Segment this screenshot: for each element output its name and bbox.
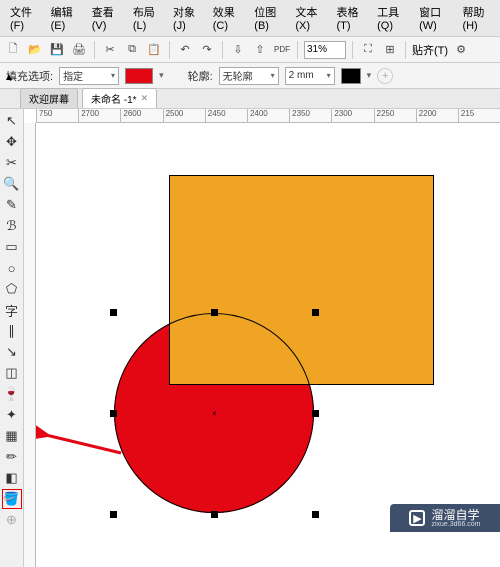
zoom-input[interactable]	[304, 41, 346, 59]
tab-label: 欢迎屏幕	[29, 91, 69, 106]
handle-ml[interactable]	[110, 410, 117, 417]
cut-icon[interactable]: ✂	[101, 41, 119, 59]
menu-object[interactable]: 对象(J)	[167, 2, 205, 34]
menu-file[interactable]: 文件(F)	[4, 2, 43, 34]
menu-text[interactable]: 文本(X)	[289, 2, 328, 34]
workspace: ↖ ✥ ✂ 🔍 ✎ ℬ ▭ ○ ⬠ 字 ∥ ↘ ◫ 🍷 ✦ ▦ ✏ ◧ 🪣 ⊕ …	[0, 109, 500, 567]
pick-tool[interactable]: ↖	[2, 111, 22, 131]
menu-layout[interactable]: 布局(L)	[127, 2, 165, 34]
save-icon[interactable]: 💾	[48, 41, 66, 59]
open-icon[interactable]: 📂	[26, 41, 44, 59]
transparency-tool[interactable]: 🍷	[2, 384, 22, 404]
connector-tool[interactable]: ↘	[2, 342, 22, 362]
handle-tr[interactable]	[312, 309, 319, 316]
selection-center: ×	[212, 409, 217, 418]
eyedropper-tool[interactable]: ✦	[2, 405, 22, 425]
canvas[interactable]: ×	[36, 123, 500, 567]
add-tool-icon[interactable]: ⊕	[2, 510, 22, 530]
copy-icon[interactable]: ⧉	[123, 41, 141, 59]
tab-welcome[interactable]: 欢迎屏幕	[20, 88, 78, 108]
watermark: ▶ 溜溜自学 zixue.3d66.com	[390, 504, 500, 532]
handle-tc[interactable]	[211, 309, 218, 316]
print-icon[interactable]: 🖨	[70, 41, 88, 59]
watermark-url: zixue.3d66.com	[431, 521, 480, 528]
fill-mode-dropdown[interactable]: 指定	[59, 67, 119, 85]
toolbox: ↖ ✥ ✂ 🔍 ✎ ℬ ▭ ○ ⬠ 字 ∥ ↘ ◫ 🍷 ✦ ▦ ✏ ◧ 🪣 ⊕	[0, 109, 24, 567]
menu-view[interactable]: 查看(V)	[86, 2, 125, 34]
fill-pattern-tool[interactable]: ▦	[2, 426, 22, 446]
parallel-tool[interactable]: ∥	[2, 321, 22, 341]
handle-bc[interactable]	[211, 511, 218, 518]
grid-icon[interactable]: ⊞	[381, 41, 399, 59]
zoom-tool[interactable]: 🔍	[2, 174, 22, 194]
drop-shadow-tool[interactable]: ◫	[2, 363, 22, 383]
property-bar: 填充选项: 指定 ▾ 轮廓: 无轮廓 2 mm ▾ +	[0, 63, 500, 89]
pick-cursor-icon: ▲	[4, 72, 14, 83]
ellipse-tool[interactable]: ○	[2, 258, 22, 278]
snap-label[interactable]: 贴齐(T)	[412, 42, 448, 58]
menu-bitmap[interactable]: 位图(B)	[248, 2, 287, 34]
handle-br[interactable]	[312, 511, 319, 518]
stroke-color-swatch[interactable]	[341, 68, 361, 84]
crop-tool[interactable]: ✂	[2, 153, 22, 173]
rectangle-tool[interactable]: ▭	[2, 237, 22, 257]
pdf-icon[interactable]: PDF	[273, 41, 291, 59]
tab-label: 未命名 -1*	[91, 91, 137, 106]
export-icon[interactable]: ⇧	[251, 41, 269, 59]
tab-document[interactable]: 未命名 -1* ✕	[82, 88, 157, 108]
watermark-text: 溜溜自学	[431, 509, 480, 521]
play-icon: ▶	[409, 510, 425, 526]
menu-bar: 文件(F) 编辑(E) 查看(V) 布局(L) 对象(J) 效果(C) 位图(B…	[0, 0, 500, 37]
ruler-horizontal: 7502700260025002450240023502300225022002…	[36, 109, 500, 123]
menu-window[interactable]: 窗口(W)	[413, 2, 454, 34]
text-tool[interactable]: 字	[2, 300, 22, 320]
paste-icon[interactable]: 📋	[145, 41, 163, 59]
new-icon[interactable]: 🗋	[4, 41, 22, 59]
menu-table[interactable]: 表格(T)	[330, 2, 369, 34]
polygon-tool[interactable]: ⬠	[2, 279, 22, 299]
menu-effects[interactable]: 效果(C)	[207, 2, 247, 34]
artistic-tool[interactable]: ℬ	[2, 216, 22, 236]
stroke-width-dropdown[interactable]: 2 mm	[285, 67, 335, 85]
menu-edit[interactable]: 编辑(E)	[45, 2, 84, 34]
import-icon[interactable]: ⇩	[229, 41, 247, 59]
add-preset-icon[interactable]: +	[377, 68, 393, 84]
fullscreen-icon[interactable]: ⛶	[359, 41, 377, 59]
annotation-arrow	[36, 423, 126, 463]
ruler-vertical	[24, 123, 36, 567]
handle-mr[interactable]	[312, 410, 319, 417]
main-toolbar: 🗋 📂 💾 🖨 ✂ ⧉ 📋 ↶ ↷ ⇩ ⇧ PDF ⛶ ⊞ 贴齐(T) ⚙	[0, 37, 500, 63]
document-tabs: ▲ 欢迎屏幕 未命名 -1* ✕	[0, 89, 500, 109]
options-icon[interactable]: ⚙	[452, 41, 470, 59]
stroke-mode-dropdown[interactable]: 无轮廓	[219, 67, 279, 85]
freehand-tool[interactable]: ✎	[2, 195, 22, 215]
canvas-area: 7502700260025002450240023502300225022002…	[24, 109, 500, 567]
redo-icon[interactable]: ↷	[198, 41, 216, 59]
interactive-fill-tool[interactable]: ◧	[2, 468, 22, 488]
undo-icon[interactable]: ↶	[176, 41, 194, 59]
handle-bl[interactable]	[110, 511, 117, 518]
menu-tools[interactable]: 工具(Q)	[371, 2, 411, 34]
stroke-label: 轮廓:	[188, 68, 213, 84]
handle-tl[interactable]	[110, 309, 117, 316]
shape-tool[interactable]: ✥	[2, 132, 22, 152]
smart-fill-tool[interactable]: 🪣	[2, 489, 22, 509]
outline-tool[interactable]: ✏	[2, 447, 22, 467]
fill-color-swatch[interactable]	[125, 68, 153, 84]
menu-help[interactable]: 帮助(H)	[456, 2, 496, 34]
close-icon[interactable]: ✕	[141, 93, 149, 104]
